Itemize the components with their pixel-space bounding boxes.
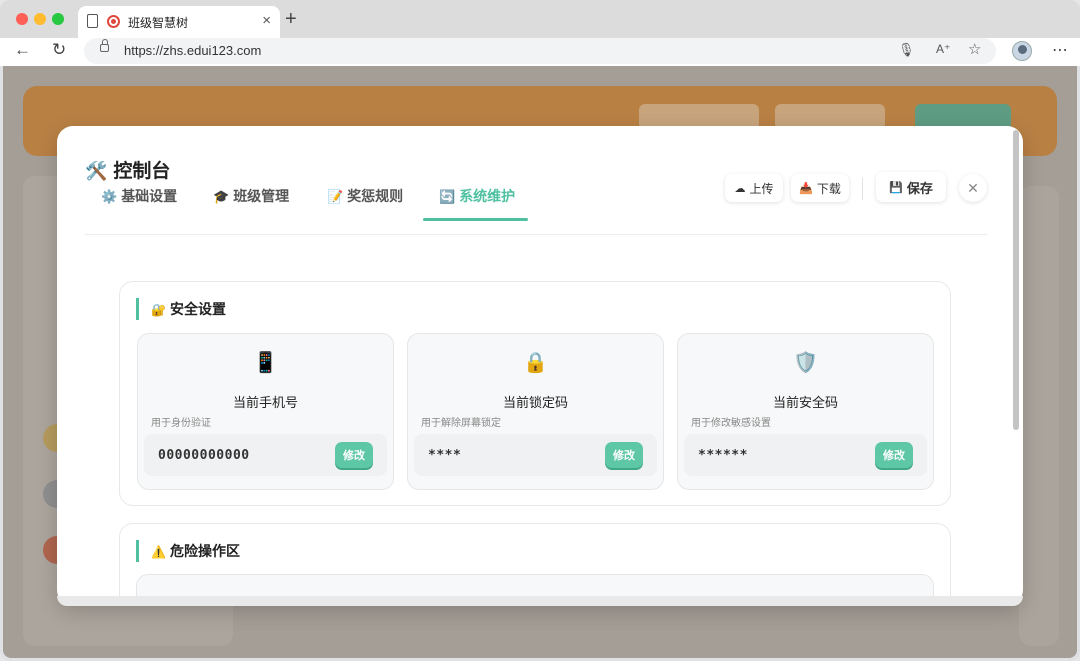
- console-modal: 🛠️ 控制台 ⚙️ 基础设置 🎓 班级管理 📝 奖惩规则 🔄 系统维护 ☁ 上传 📥 下载: [57, 126, 1023, 606]
- more-icon[interactable]: ⋯: [1052, 40, 1069, 60]
- tab-close-icon[interactable]: ×: [262, 12, 271, 29]
- memo-icon: 📝: [327, 189, 344, 204]
- card-description: 用于解除屏幕锁定: [421, 418, 501, 429]
- card-value-row: **** 修改: [414, 434, 657, 476]
- browser-tab[interactable]: 班级智慧树 ×: [78, 6, 280, 38]
- download-icon: 📥: [799, 182, 813, 195]
- edit-lock-code-button[interactable]: 修改: [605, 442, 643, 468]
- lock-with-key-icon: 🔐: [151, 303, 166, 317]
- card-title: 当前锁定码: [502, 395, 568, 410]
- download-button[interactable]: 📥 下载: [791, 174, 849, 202]
- browser-toolbar: ← ↻ https://zhs.edui123.com 🎙 A⁺ ☆ ⋯: [0, 38, 1080, 66]
- tab-title: 班级智慧树: [128, 16, 189, 30]
- gear-icon: ⚙️: [101, 189, 118, 204]
- tab-label: 系统维护: [459, 188, 516, 204]
- browser-window: 班级智慧树 × + ← ↻ https://zhs.edui123.com 🎙 …: [0, 0, 1080, 661]
- reload-icon[interactable]: ↻: [52, 40, 66, 60]
- tab-label: 奖惩规则: [347, 188, 404, 204]
- modal-scrollbar[interactable]: [1013, 130, 1019, 430]
- actions-divider: [862, 178, 863, 200]
- card-value-row: ****** 修改: [684, 434, 927, 476]
- tab-label: 基础设置: [121, 188, 178, 204]
- lock-icon: [100, 39, 109, 52]
- save-label: 保存: [906, 180, 933, 196]
- edit-security-code-button[interactable]: 修改: [875, 442, 913, 468]
- card-title: 当前手机号: [232, 395, 298, 410]
- url-text[interactable]: https://zhs.edui123.com: [124, 43, 261, 58]
- floppy-disk-icon: 💾: [889, 181, 903, 194]
- phone-value: 00000000000: [158, 448, 250, 463]
- graduation-cap-icon: 🎓: [213, 189, 230, 204]
- section-title-text: 危险操作区: [169, 543, 240, 559]
- active-tab-indicator: [423, 218, 528, 221]
- card-description: 用于修改敏感设置: [691, 418, 771, 429]
- tab-label: 班级管理: [233, 188, 290, 204]
- card-value-row: 00000000000 修改: [144, 434, 387, 476]
- page-icon: [87, 14, 98, 28]
- favorite-icon[interactable]: ☆: [968, 40, 981, 58]
- address-bar[interactable]: https://zhs.edui123.com 🎙 A⁺ ☆: [84, 38, 996, 64]
- padlock-icon: 🔒: [523, 352, 548, 374]
- header-divider: [85, 234, 987, 235]
- mic-icon[interactable]: 🎙: [898, 42, 915, 58]
- tab-strip: 班级智慧树 × +: [0, 0, 1080, 38]
- site-favicon: [107, 15, 120, 28]
- tab-system-maintenance[interactable]: 🔄 系统维护: [439, 186, 515, 220]
- shield-icon: 🛡️: [793, 352, 818, 374]
- tab-basic-settings[interactable]: ⚙️ 基础设置: [101, 186, 177, 220]
- save-button[interactable]: 💾 保存: [876, 172, 946, 202]
- close-icon: ✕: [967, 179, 979, 196]
- section-title: ⚠️ 危险操作区: [136, 540, 240, 562]
- security-code-value: ******: [698, 448, 748, 463]
- lock-code-card: 🔒 当前锁定码 用于解除屏幕锁定 **** 修改: [407, 333, 664, 490]
- modal-title: 🛠️ 控制台: [85, 156, 170, 183]
- mobile-phone-icon: 📱: [253, 352, 278, 374]
- card-title: 当前安全码: [772, 395, 838, 410]
- lock-code-value: ****: [428, 448, 462, 463]
- background-column: [1019, 186, 1059, 646]
- minimize-window-button[interactable]: [34, 13, 46, 25]
- read-aloud-icon[interactable]: A⁺: [936, 42, 950, 56]
- modal-bottom-edge: [57, 596, 1023, 606]
- tools-icon: 🛠️: [85, 161, 108, 181]
- edit-phone-button[interactable]: 修改: [335, 442, 373, 468]
- back-icon[interactable]: ←: [14, 40, 31, 60]
- tab-class-management[interactable]: 🎓 班级管理: [213, 186, 289, 220]
- upload-button[interactable]: ☁ 上传: [725, 174, 783, 202]
- section-title: 🔐 安全设置: [136, 298, 226, 320]
- download-label: 下载: [816, 181, 841, 196]
- close-modal-button[interactable]: ✕: [959, 174, 987, 202]
- phone-card: 📱 当前手机号 用于身份验证 00000000000 修改: [137, 333, 394, 490]
- section-title-text: 安全设置: [169, 301, 226, 317]
- profile-avatar[interactable]: [1012, 41, 1032, 61]
- refresh-icon: 🔄: [439, 189, 456, 204]
- new-tab-button[interactable]: +: [285, 8, 297, 31]
- cloud-icon: ☁: [734, 182, 746, 195]
- maximize-window-button[interactable]: [52, 13, 64, 25]
- tab-reward-rules[interactable]: 📝 奖惩规则: [327, 186, 403, 220]
- upload-label: 上传: [749, 181, 774, 196]
- security-code-card: 🛡️ 当前安全码 用于修改敏感设置 ****** 修改: [677, 333, 934, 490]
- modal-title-text: 控制台: [113, 161, 171, 182]
- card-description: 用于身份验证: [151, 418, 211, 429]
- warning-icon: ⚠️: [151, 545, 166, 559]
- close-window-button[interactable]: [16, 13, 28, 25]
- danger-section: ⚠️ 危险操作区: [119, 523, 951, 606]
- security-section: 🔐 安全设置 📱 当前手机号 用于身份验证 00000000000 修改 🔒 当前…: [119, 281, 951, 506]
